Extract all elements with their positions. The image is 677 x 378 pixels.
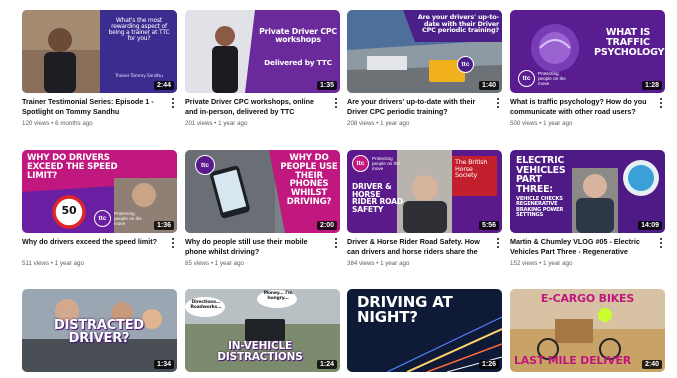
more-vert-icon[interactable] [169,238,177,248]
video-stats: 201 views • 1 year ago [185,120,248,127]
video-card[interactable]: WHY DO DRIVERS EXCEED THE SPEED LIMIT? 5… [22,150,177,267]
video-card[interactable]: What's the most rewarding aspect of bein… [22,10,177,127]
video-card[interactable]: Money... I'm hungry... Directions... Roa… [185,289,340,372]
video-thumbnail[interactable]: DISTRACTED DRIVER? 1:34 [22,289,177,372]
video-thumbnail[interactable]: ttc WHY DO PEOPLE USE THEIR PHONES WHILS… [185,150,340,233]
video-grid: What's the most rewarding aspect of bein… [0,0,677,378]
thumbnail-text: Private Driver CPC workshops [259,27,337,44]
ttc-tagline: Protecting people on the move [372,156,400,172]
video-card[interactable]: ttc WHY DO PEOPLE USE THEIR PHONES WHILS… [185,150,340,267]
video-duration: 1:24 [316,360,337,369]
ttc-tagline: Protecting people on the move [114,210,142,226]
ttc-logo-icon: ttc [94,210,111,227]
thumbnail-caption: Trainer Tommy Sandhu [115,74,163,79]
video-card[interactable]: Are your drivers' up-to-date with their … [347,10,502,127]
thumbnail-text: ELECTRIC VEHICLES PART THREE: [516,155,566,195]
video-stats: 152 views • 1 year ago [510,260,573,267]
more-vert-icon[interactable] [494,98,502,108]
thumbnail-text: What's the most rewarding aspect of bein… [108,17,170,43]
video-card[interactable]: DRIVING AT NIGHT? 1:26 [347,289,502,372]
thumbnail-subtext: Delivered by TTC [264,58,332,67]
thumbnail-subtext: VEHICLE CHECKS REGENERATIVE BRAKING POWE… [516,196,564,218]
video-title[interactable]: Trainer Testimonial Series: Episode 1 - … [22,97,165,117]
thumbnail-text: IN-VEHICLE DISTRACTIONS [217,340,303,363]
speech-bubble: Directions... Roadworks... [190,300,222,310]
video-title[interactable]: Why do drivers exceed the speed limit? [22,237,165,257]
video-thumbnail[interactable]: Private Driver CPC workshops Delivered b… [185,10,340,93]
video-title[interactable]: Are your drivers' up-to-date with their … [347,97,490,117]
video-thumbnail[interactable]: Money... I'm hungry... Directions... Roa… [185,289,340,372]
speed-sign-value: 50 [61,204,77,217]
thumbnail-text: DRIVER & HORSE RIDER ROAD SAFETY [352,182,403,215]
more-vert-icon[interactable] [657,238,665,248]
video-thumbnail[interactable]: DRIVING AT NIGHT? 1:26 [347,289,502,372]
video-duration: 1:40 [478,81,499,90]
video-duration: 1:34 [153,360,174,369]
video-duration: 2:40 [641,360,662,369]
more-vert-icon[interactable] [494,238,502,248]
speech-bubble: Money... I'm hungry... [263,291,293,301]
video-card[interactable]: WHAT IS TRAFFIC PSYCHOLOGY? ttc Protecti… [510,10,665,127]
video-duration: 1:36 [153,221,174,230]
video-card[interactable]: E-CARGO BIKES LAST MILE DELIVER 2:40 [510,289,665,372]
ttc-logo-icon: ttc [518,70,535,87]
more-vert-icon[interactable] [657,98,665,108]
video-thumbnail[interactable]: WHAT IS TRAFFIC PSYCHOLOGY? ttc Protecti… [510,10,665,93]
video-card[interactable]: DISTRACTED DRIVER? 1:34 [22,289,177,372]
video-stats: 85 views • 1 year ago [185,260,244,267]
video-title[interactable]: What is traffic psychology? How do you c… [510,97,653,117]
video-stats: 384 views • 1 year ago [347,260,410,267]
video-title[interactable]: Driver & Horse Rider Road Safety. How ca… [347,237,490,257]
video-stats: 511 views • 1 year ago [22,260,84,267]
video-card[interactable]: Private Driver CPC workshops Delivered b… [185,10,340,127]
video-title[interactable]: Martin & Chumley VLOG #05 - Electric Veh… [510,237,653,257]
more-vert-icon[interactable] [332,98,340,108]
video-card[interactable]: ttc Protecting people on the move DRIVER… [347,150,502,267]
video-thumbnail[interactable]: WHY DO DRIVERS EXCEED THE SPEED LIMIT? 5… [22,150,177,233]
video-duration: 1:35 [316,81,337,90]
video-thumbnail[interactable]: ELECTRIC VEHICLES PART THREE: VEHICLE CH… [510,150,665,233]
video-duration: 2:00 [316,221,337,230]
video-thumbnail[interactable]: What's the most rewarding aspect of bein… [22,10,177,93]
thumbnail-text: WHY DO PEOPLE USE THEIR PHONES WHILST DR… [280,153,338,207]
video-thumbnail[interactable]: E-CARGO BIKES LAST MILE DELIVER 2:40 [510,289,665,372]
video-duration: 2:44 [153,81,174,90]
more-vert-icon[interactable] [169,98,177,108]
thumbnail-text: DRIVING AT NIGHT? [357,293,453,327]
video-stats: 500 views • 1 year ago [510,120,573,127]
partner-badge: The British Horse Society [455,158,488,180]
ttc-logo-icon: ttc [352,155,369,172]
video-title[interactable]: Private Driver CPC workshops, online and… [185,97,328,117]
ttc-logo-icon: ttc [195,155,215,175]
ttc-logo-icon: ttc [457,56,474,73]
thumbnail-text: E-CARGO BIKES [540,292,635,305]
video-stats: 208 views • 1 year ago [347,120,410,127]
thumbnail-text: Are your drivers' up-to-date with their … [417,13,499,35]
thumbnail-text: DISTRACTED DRIVER? [53,318,144,347]
more-vert-icon[interactable] [332,238,340,248]
video-duration: 1:26 [478,360,499,369]
thumbnail-text: WHAT IS TRAFFIC PSYCHOLOGY? [594,27,665,58]
video-stats: 120 views • 6 months ago [22,120,93,127]
thumbnail-text: WHY DO DRIVERS EXCEED THE SPEED LIMIT? [27,153,118,181]
video-duration: 1:28 [641,81,662,90]
video-thumbnail[interactable]: ttc Protecting people on the move DRIVER… [347,150,502,233]
ttc-tagline: Protecting people on the move [538,70,566,86]
video-card[interactable]: ELECTRIC VEHICLES PART THREE: VEHICLE CH… [510,150,665,267]
video-duration: 5:56 [478,221,499,230]
video-duration: 14:09 [638,221,662,230]
video-title[interactable]: Why do people still use their mobile pho… [185,237,328,257]
video-thumbnail[interactable]: Are your drivers' up-to-date with their … [347,10,502,93]
